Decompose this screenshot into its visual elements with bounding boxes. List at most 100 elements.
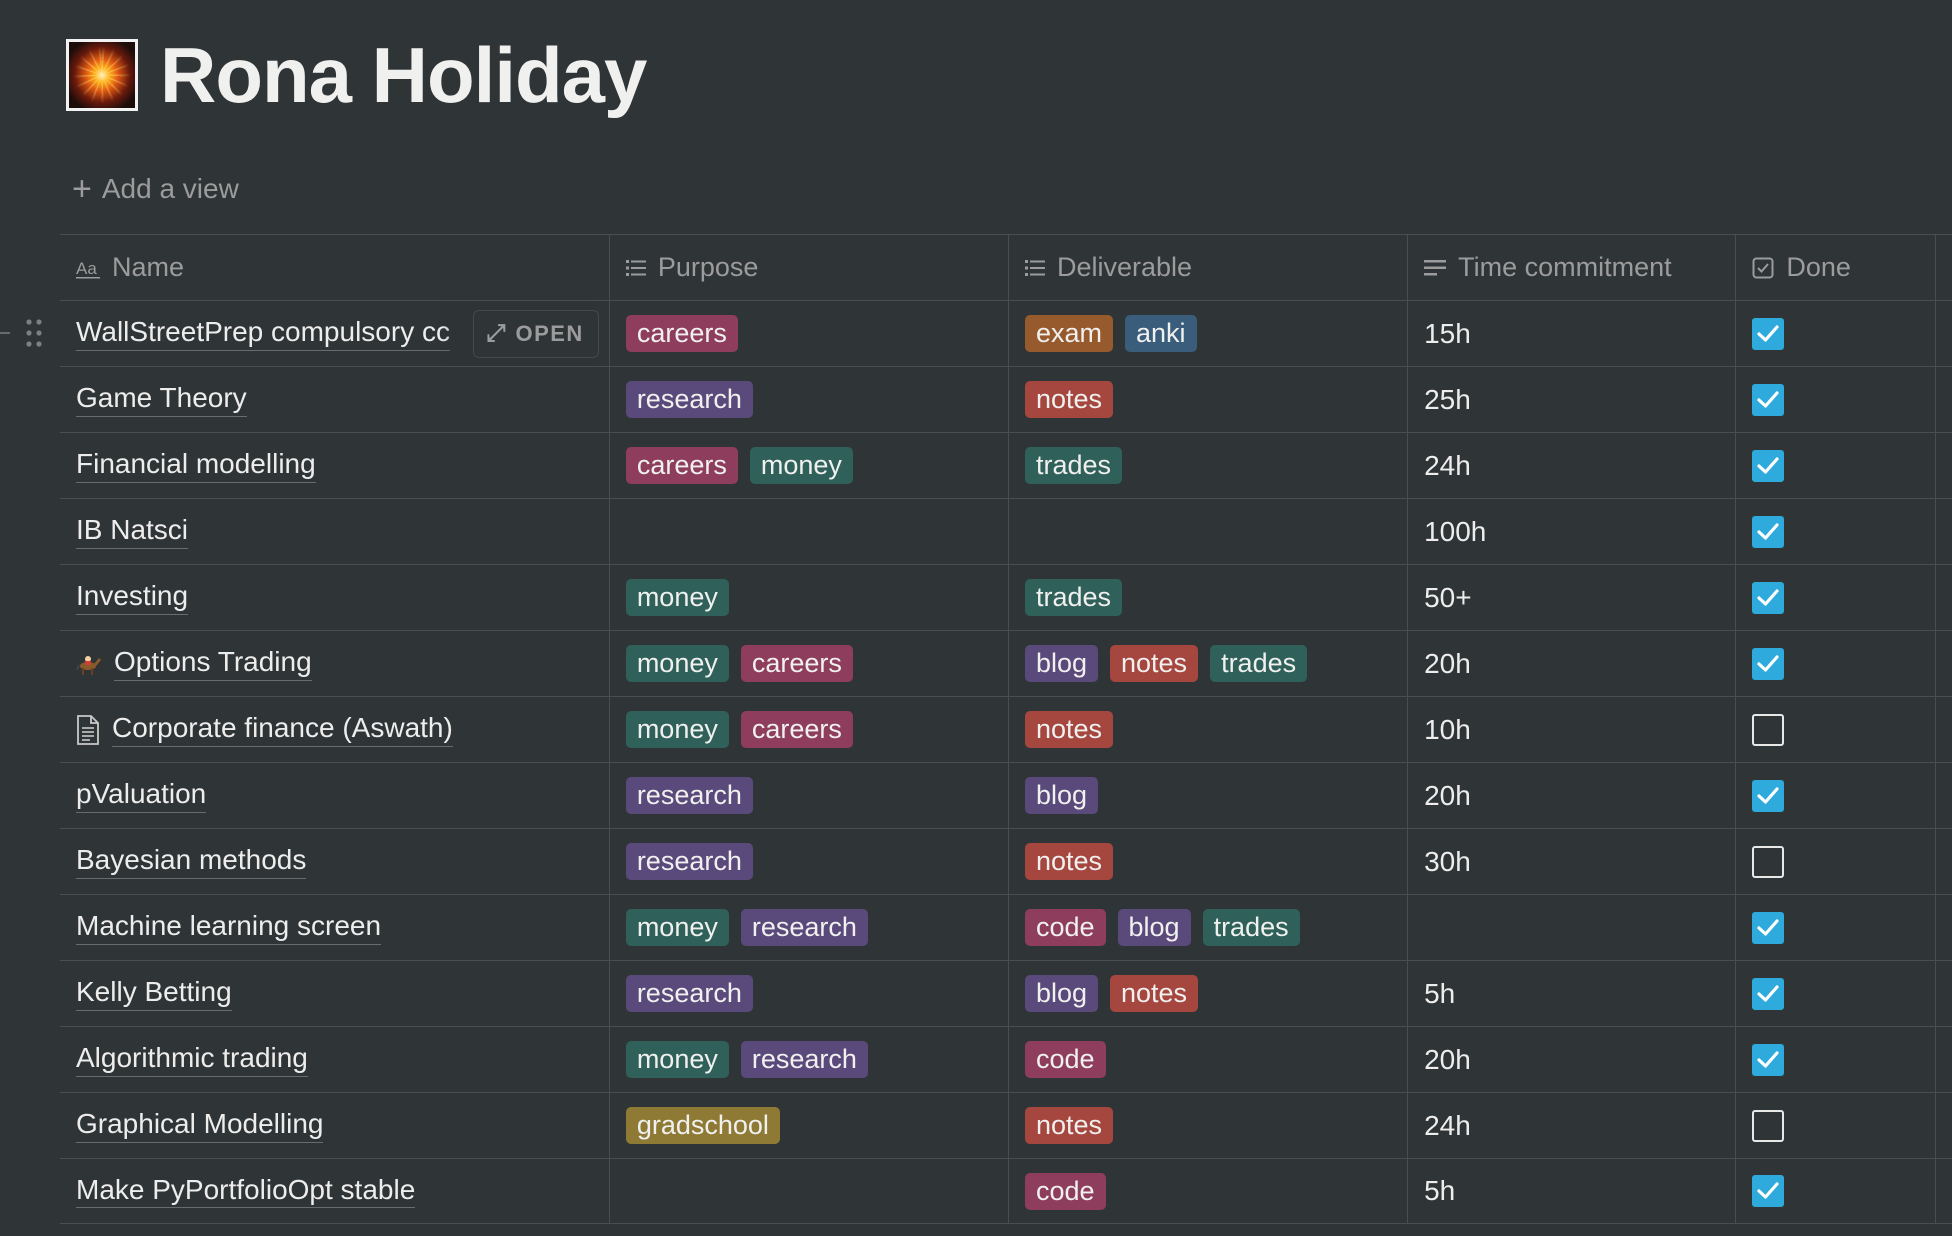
row-title[interactable]: WallStreetPrep compulsory cc [76, 316, 450, 351]
column-header-done[interactable]: Done [1736, 235, 1936, 300]
row-title[interactable]: Investing [76, 580, 189, 615]
checkbox-checked[interactable] [1752, 515, 1785, 548]
drag-handle-icon[interactable] [26, 300, 42, 366]
cell-time-commitment[interactable]: 10h [1408, 697, 1737, 762]
checkbox-checked[interactable] [1752, 1043, 1785, 1076]
cell-purpose[interactable]: research [610, 763, 1009, 828]
table-row[interactable]: Algorithmic trading money research code 20h [60, 1026, 1952, 1092]
cell-time-commitment[interactable]: 25h [1408, 367, 1737, 432]
cell-deliverable[interactable]: blog notes trades [1009, 631, 1409, 696]
cell-time-commitment[interactable] [1408, 895, 1737, 960]
table-row[interactable]: Financial modelling careers money trades 24h [60, 432, 1952, 498]
cell-purpose[interactable]: research [610, 961, 1009, 1026]
row-title[interactable]: Corporate finance (Aswath) [112, 712, 453, 747]
add-view-button[interactable]: + Add a view [72, 172, 239, 206]
cell-name[interactable]: Bayesian methods [60, 829, 610, 894]
table-row[interactable]: pValuation research blog 20h [60, 762, 1952, 828]
cell-time-commitment[interactable]: 24h [1408, 1093, 1737, 1158]
cell-name[interactable]: Machine learning screen [60, 895, 610, 960]
table-row[interactable]: IB Natsci 100h [60, 498, 1952, 564]
page-title[interactable]: Rona Holiday [160, 36, 647, 114]
cell-time-commitment[interactable]: 24h [1408, 433, 1737, 498]
table-row[interactable]: WallStreetPrep compulsory cc ⤢ OPEN careers… [60, 300, 1952, 366]
cell-name[interactable]: Algorithmic trading [60, 1027, 610, 1092]
cell-purpose[interactable]: money careers [610, 631, 1009, 696]
checkbox-checked[interactable] [1752, 449, 1785, 482]
cell-name[interactable]: pValuation [60, 763, 610, 828]
cell-name[interactable]: Kelly Betting [60, 961, 610, 1026]
cell-purpose[interactable]: research [610, 829, 1009, 894]
cell-deliverable[interactable]: trades [1009, 565, 1409, 630]
row-title[interactable]: Machine learning screen [76, 910, 382, 945]
cell-purpose[interactable] [610, 499, 1009, 564]
table-row[interactable]: Bayesian methods research notes 30h [60, 828, 1952, 894]
checkbox-checked[interactable] [1752, 911, 1785, 944]
cell-deliverable[interactable]: code [1009, 1159, 1409, 1223]
column-header-deliverable[interactable]: Deliverable [1009, 235, 1409, 300]
cell-deliverable[interactable]: code blog trades [1009, 895, 1409, 960]
page-icon[interactable] [66, 39, 138, 111]
cell-deliverable[interactable]: notes [1009, 367, 1409, 432]
row-title[interactable]: Make PyPortfolioOpt stable [76, 1174, 416, 1209]
open-page-button[interactable]: ⤢ OPEN [473, 310, 599, 358]
cell-name[interactable]: Investing [60, 565, 610, 630]
checkbox-checked[interactable] [1752, 977, 1785, 1010]
cell-deliverable[interactable]: notes [1009, 1093, 1409, 1158]
cell-deliverable[interactable]: notes [1009, 697, 1409, 762]
checkbox-checked[interactable] [1752, 383, 1785, 416]
cell-deliverable[interactable]: exam anki [1009, 301, 1409, 366]
cell-deliverable[interactable]: notes [1009, 829, 1409, 894]
checkbox-unchecked[interactable] [1752, 1109, 1785, 1142]
checkbox-unchecked[interactable] [1752, 845, 1785, 878]
cell-name[interactable]: Make PyPortfolioOpt stable [60, 1159, 610, 1223]
cell-purpose[interactable]: careers [610, 301, 1009, 366]
row-title[interactable]: Game Theory [76, 382, 247, 417]
table-row[interactable]: Graphical Modelling gradschool notes 24h [60, 1092, 1952, 1158]
checkbox-unchecked[interactable] [1752, 713, 1785, 746]
cell-time-commitment[interactable]: 50+ [1408, 565, 1737, 630]
row-title[interactable]: Algorithmic trading [76, 1042, 308, 1077]
cell-deliverable[interactable]: blog [1009, 763, 1409, 828]
table-row[interactable]: Machine learning screen money research code… [60, 894, 1952, 960]
row-title[interactable]: Graphical Modelling [76, 1108, 324, 1143]
cell-time-commitment[interactable]: 100h [1408, 499, 1737, 564]
cell-name[interactable]: Corporate finance (Aswath) [60, 697, 610, 762]
cell-time-commitment[interactable]: 5h [1408, 961, 1737, 1026]
checkbox-checked[interactable] [1752, 1175, 1785, 1207]
cell-time-commitment[interactable]: 20h [1408, 631, 1737, 696]
cell-name[interactable]: Financial modelling [60, 433, 610, 498]
table-row[interactable]: Kelly Betting research blog notes 5h [60, 960, 1952, 1026]
cell-purpose[interactable]: research [610, 367, 1009, 432]
cell-name[interactable]: Game Theory [60, 367, 610, 432]
cell-deliverable[interactable]: code [1009, 1027, 1409, 1092]
cell-deliverable[interactable]: trades [1009, 433, 1409, 498]
cell-time-commitment[interactable]: 30h [1408, 829, 1737, 894]
cell-purpose[interactable]: careers money [610, 433, 1009, 498]
row-title[interactable]: pValuation [76, 778, 207, 813]
checkbox-checked[interactable] [1752, 581, 1785, 614]
cell-name[interactable]: Graphical Modelling [60, 1093, 610, 1158]
row-title[interactable]: Options Trading [114, 646, 312, 681]
cell-purpose[interactable]: money careers [610, 697, 1009, 762]
checkbox-checked[interactable] [1752, 647, 1785, 680]
cell-name[interactable]: WallStreetPrep compulsory cc ⤢ OPEN [60, 301, 610, 366]
cell-deliverable[interactable]: blog notes [1009, 961, 1409, 1026]
cell-purpose[interactable] [610, 1159, 1009, 1223]
row-title[interactable]: Bayesian methods [76, 844, 307, 879]
column-header-time-commitment[interactable]: Time commitment [1408, 235, 1737, 300]
column-header-purpose[interactable]: Purpose [610, 235, 1009, 300]
cell-purpose[interactable]: money research [610, 1027, 1009, 1092]
table-row[interactable]: Investing money trades 50+ [60, 564, 1952, 630]
cell-purpose[interactable]: money [610, 565, 1009, 630]
cell-purpose[interactable]: gradschool [610, 1093, 1009, 1158]
table-row[interactable]: Game Theory research notes 25h [60, 366, 1952, 432]
cell-time-commitment[interactable]: 20h [1408, 763, 1737, 828]
row-title[interactable]: IB Natsci [76, 514, 189, 549]
cell-purpose[interactable]: money research [610, 895, 1009, 960]
cell-deliverable[interactable] [1009, 499, 1409, 564]
column-header-name[interactable]: Aa Name [60, 235, 610, 300]
table-row[interactable]: Make PyPortfolioOpt stable code 5h [60, 1158, 1952, 1224]
checkbox-checked[interactable] [1752, 779, 1785, 812]
table-row[interactable]: Corporate finance (Aswath) money careers no… [60, 696, 1952, 762]
checkbox-checked[interactable] [1752, 317, 1785, 350]
